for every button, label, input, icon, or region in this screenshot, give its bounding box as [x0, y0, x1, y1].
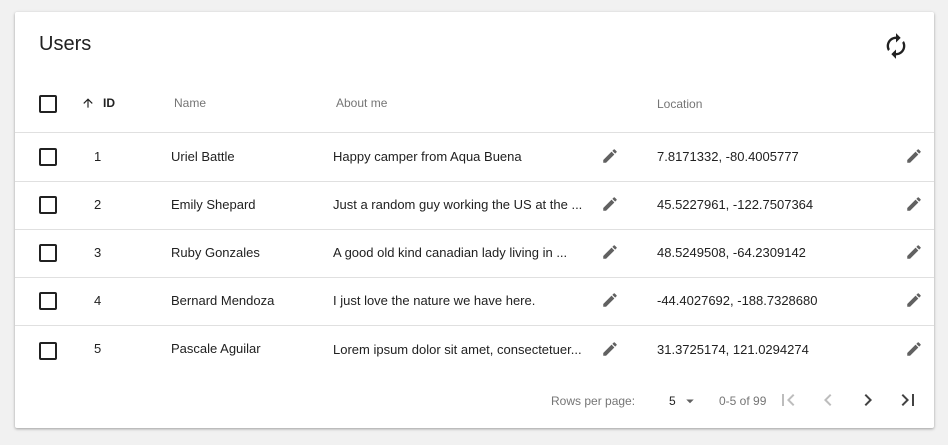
last-page-icon — [901, 394, 914, 406]
row-checkbox[interactable] — [39, 292, 57, 310]
column-header-location[interactable]: Location — [657, 96, 702, 112]
edit-location-pencil-icon[interactable] — [905, 147, 923, 165]
chevron-left-icon — [824, 394, 832, 406]
select-all-checkbox[interactable] — [39, 95, 57, 113]
cell-about: Lorem ipsum dolor sit amet, consectetuer… — [333, 342, 582, 357]
cell-about: Just a random guy working the US at the … — [333, 197, 583, 212]
rows-per-page-select[interactable]: 5 — [669, 392, 701, 410]
table-header-row: ID Name About me Location — [15, 76, 934, 133]
table-row[interactable]: 5 Pascale Aguilar Lorem ipsum dolor sit … — [15, 325, 934, 373]
pagination-range: 0-5 of 99 — [719, 394, 767, 408]
table-row[interactable]: 1 Uriel Battle Happy camper from Aqua Bu… — [15, 133, 934, 182]
edit-location-pencil-icon[interactable] — [905, 340, 923, 358]
table-row[interactable]: 4 Bernard Mendoza I just love the nature… — [15, 277, 934, 326]
edit-about-pencil-icon[interactable] — [601, 243, 619, 261]
cell-name: Pascale Aguilar — [171, 341, 261, 356]
cell-location: 31.3725174, 121.0294274 — [657, 342, 809, 357]
previous-page-button[interactable] — [816, 388, 840, 412]
edit-location-pencil-icon[interactable] — [905, 195, 923, 213]
cell-id: 5 — [94, 341, 102, 356]
first-page-button[interactable] — [776, 388, 800, 412]
chevron-right-icon — [864, 394, 872, 406]
edit-about-pencil-icon[interactable] — [601, 340, 619, 358]
cell-location: 45.5227961, -122.7507364 — [657, 197, 814, 212]
arrow-up-icon[interactable] — [81, 96, 95, 110]
next-page-button[interactable] — [856, 388, 880, 412]
cell-name: Bernard Mendoza — [171, 293, 275, 308]
refresh-icon[interactable] — [882, 32, 910, 60]
rows-per-page-value: 5 — [669, 394, 676, 408]
edit-location-pencil-icon[interactable] — [905, 291, 923, 309]
row-checkbox[interactable] — [39, 148, 57, 166]
cell-about: I just love the nature we have here. — [333, 293, 536, 308]
table-row[interactable]: 3 Ruby Gonzales A good old kind canadian… — [15, 229, 934, 278]
row-checkbox[interactable] — [39, 342, 57, 360]
cell-name: Ruby Gonzales — [171, 245, 260, 260]
cell-about: Happy camper from Aqua Buena — [333, 149, 522, 164]
edit-about-pencil-icon[interactable] — [601, 195, 619, 213]
cell-id: 2 — [94, 197, 102, 212]
column-header-about[interactable]: About me — [336, 95, 387, 111]
table-pagination: Rows per page: 5 0-5 of 99 — [15, 372, 934, 428]
cell-about: A good old kind canadian lady living in … — [333, 245, 568, 260]
column-header-name[interactable]: Name — [174, 95, 206, 111]
edit-about-pencil-icon[interactable] — [601, 291, 619, 309]
users-table-card: Users ID Name About me Location 1 Uriel … — [15, 12, 934, 428]
cell-id: 3 — [94, 245, 102, 260]
table-title: Users — [39, 33, 92, 55]
row-checkbox[interactable] — [39, 196, 57, 214]
column-header-id[interactable]: ID — [103, 95, 115, 111]
caret-down-icon — [686, 399, 694, 404]
edit-about-pencil-icon[interactable] — [601, 147, 619, 165]
cell-name: Emily Shepard — [171, 197, 256, 212]
cell-location: -44.4027692, -188.7328680 — [657, 293, 818, 308]
cell-id: 4 — [94, 293, 102, 308]
rows-per-page-label: Rows per page: — [551, 394, 636, 408]
cell-name: Uriel Battle — [171, 149, 235, 164]
table-toolbar: Users — [15, 12, 934, 76]
row-checkbox[interactable] — [39, 244, 57, 262]
last-page-button[interactable] — [896, 388, 920, 412]
first-page-icon — [782, 394, 795, 406]
cell-id: 1 — [94, 149, 102, 164]
edit-location-pencil-icon[interactable] — [905, 243, 923, 261]
cell-location: 48.5249508, -64.2309142 — [657, 245, 806, 260]
cell-location: 7.8171332, -80.4005777 — [657, 149, 799, 164]
table-row[interactable]: 2 Emily Shepard Just a random guy workin… — [15, 181, 934, 230]
